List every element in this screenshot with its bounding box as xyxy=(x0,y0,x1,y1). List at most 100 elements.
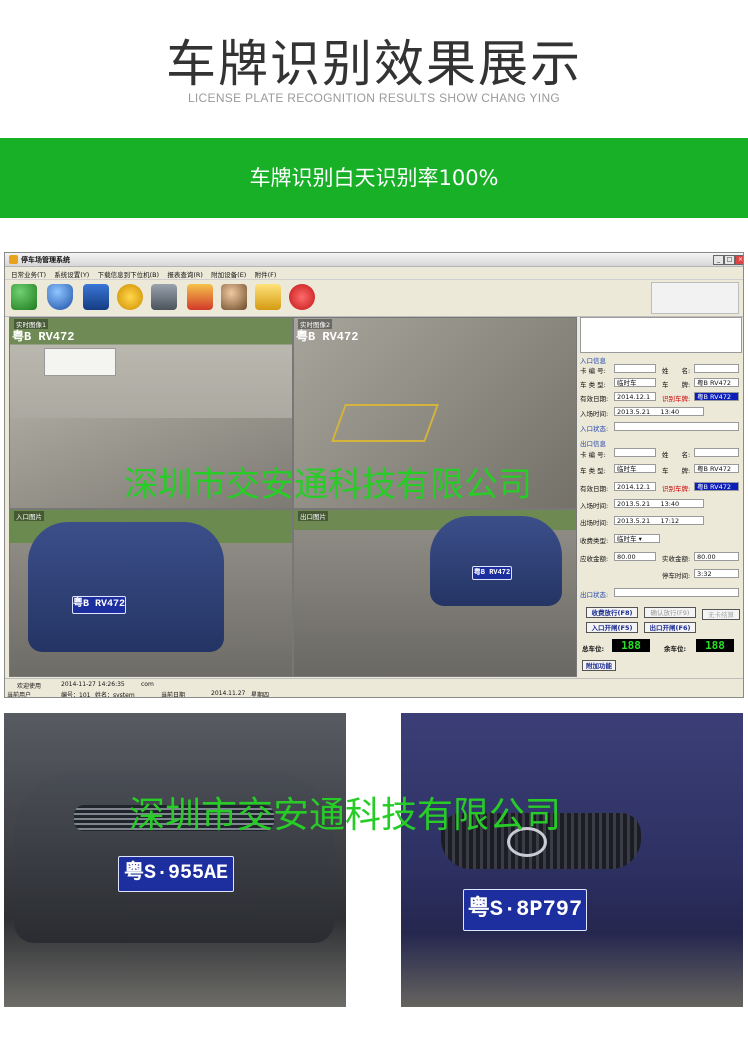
exit-out-clock: 17:12 xyxy=(660,517,680,525)
chevron-down-icon: ▾ xyxy=(638,535,642,543)
coins-icon[interactable] xyxy=(255,284,281,310)
entry-valid-value: 2014.12.1 xyxy=(614,392,656,401)
due-amount-label: 应收金额: xyxy=(580,555,609,563)
status-com: com xyxy=(141,681,154,688)
shield-icon[interactable] xyxy=(47,284,73,310)
entry-section-title: 入口信息 xyxy=(580,357,606,365)
entry-type-value: 临时车 xyxy=(614,378,656,387)
entry-time-label: 入场时间: xyxy=(580,410,609,418)
exit-type-value: 临时车 xyxy=(614,464,656,473)
exit-card-field xyxy=(614,448,656,457)
exit-open-button[interactable]: 出口开闸(F6) xyxy=(644,622,696,633)
parking-line xyxy=(331,404,439,442)
photo-car-left: 粤S·955AE xyxy=(4,713,346,1007)
paid-amount-label: 实收金额: xyxy=(662,555,691,563)
menu-settings[interactable]: 系统设置(Y) xyxy=(54,269,89,279)
no-card-settle-button[interactable]: 无卡结算 xyxy=(702,609,740,620)
entry-status-field xyxy=(614,422,739,431)
exit-in-time-label: 入场时间: xyxy=(580,502,609,510)
gear-icon[interactable] xyxy=(117,284,143,310)
company-watermark-2: 深圳市交安通科技有限公司 xyxy=(129,795,562,836)
exit-valid-label: 有效日期: xyxy=(580,485,609,493)
users-icon[interactable] xyxy=(11,284,37,310)
entry-open-button[interactable]: 入口开闸(F5) xyxy=(586,622,638,633)
monitor-icon[interactable] xyxy=(83,284,109,310)
status-bar: 欢迎使用 2014-11-27 14:26:35 com 当前用户 编号：101… xyxy=(5,678,743,698)
entry-car xyxy=(28,522,224,652)
status-user-id: 编号：101 xyxy=(61,692,91,698)
exit-card-label: 卡 编 号: xyxy=(580,451,606,459)
exit-recog-value: 粤B RV472 xyxy=(694,482,739,491)
exit-photo-label: 出口图片 xyxy=(298,511,328,521)
due-amount-value: 80.00 xyxy=(614,552,656,561)
car-icon[interactable] xyxy=(187,284,213,310)
banner-text: 车牌识别白天识别率100% xyxy=(249,166,499,190)
close-icon[interactable]: × xyxy=(735,255,743,265)
entry-recog-label: 识别车牌: xyxy=(662,395,691,403)
window-title: 停车场管理系统 xyxy=(21,256,70,264)
entry-time-field: 2013.5.21 13:40 xyxy=(614,407,704,416)
menu-download[interactable]: 下载信息到下位机(B) xyxy=(98,269,160,279)
status-date-value: 2014.11.27 xyxy=(211,690,246,697)
message-box xyxy=(580,317,742,353)
photo-car-right: 粤S·8P797 xyxy=(401,713,743,1007)
exit-car-plate: 粤B RV472 xyxy=(472,566,512,580)
status-date-label: 当前日期 xyxy=(161,692,186,698)
menu-bar: 日常业务(T) 系统设置(Y) 下载信息到下位机(B) 报表查询(R) 附加设备… xyxy=(5,267,743,280)
exit-plate-value: 粤B RV472 xyxy=(694,464,739,473)
status-datetime: 2014-11-27 14:26:35 xyxy=(61,681,125,688)
menu-devices[interactable]: 附加设备(E) xyxy=(211,269,246,279)
minimize-icon[interactable]: _ xyxy=(713,255,724,265)
page-subtitle: LICENSE PLATE RECOGNITION RESULTS SHOW C… xyxy=(187,91,561,105)
fee-type-select[interactable]: 临时车 ▾ xyxy=(614,534,660,543)
status-welcome: 欢迎使用 xyxy=(17,683,42,690)
entry-photo-label: 入口图片 xyxy=(14,511,44,521)
exit-name-field xyxy=(694,448,739,457)
power-icon[interactable] xyxy=(289,284,315,310)
exit-name-label: 姓 名: xyxy=(662,451,691,459)
entry-photo: 入口图片 粤B RV472 xyxy=(9,509,293,677)
total-spaces-counter: 188 xyxy=(612,639,650,652)
exit-status-field xyxy=(614,588,739,597)
status-user-label: 当前用户 xyxy=(7,692,32,698)
entry-name-field xyxy=(694,364,739,373)
toolbar xyxy=(5,280,743,317)
charge-release-button[interactable]: 收费放行(F8) xyxy=(586,607,638,618)
menu-daily[interactable]: 日常业务(T) xyxy=(11,269,46,279)
exit-out-time-label: 出场时间: xyxy=(580,519,609,527)
entry-type-label: 车 类 型: xyxy=(580,381,606,389)
total-spaces-label: 总车位: xyxy=(582,645,605,653)
exit-in-clock: 13:40 xyxy=(660,500,680,508)
exit-plate-label: 车 牌: xyxy=(662,467,691,475)
entry-time-date: 2013.5.21 xyxy=(617,408,651,416)
entry-card-label: 卡 编 号: xyxy=(580,367,606,375)
camera-2-plate-overlay: 粤B RV472 xyxy=(296,330,359,344)
left-car-plate: 粤S·955AE xyxy=(118,856,234,892)
status-user-name: 姓名：system xyxy=(95,692,135,698)
people-icon[interactable] xyxy=(221,284,247,310)
maximize-icon[interactable]: □ xyxy=(724,255,735,265)
paid-amount-field[interactable]: 80.00 xyxy=(694,552,739,561)
menu-reports[interactable]: 报表查询(R) xyxy=(167,269,203,279)
company-watermark: 深圳市交安通科技有限公司 xyxy=(124,465,532,505)
entry-time-clock: 13:40 xyxy=(660,408,680,416)
confirm-release-button[interactable]: 确认放行(F9) xyxy=(644,607,696,618)
exit-recog-label: 识别车牌: xyxy=(662,485,691,493)
roadside-sign xyxy=(44,348,116,376)
entry-valid-label: 有效日期: xyxy=(580,395,609,403)
remaining-spaces-counter: 188 xyxy=(696,639,734,652)
exit-section-title: 出口信息 xyxy=(580,440,606,448)
right-car-plate: 粤S·8P797 xyxy=(463,889,587,931)
fee-type-label: 收费类型: xyxy=(580,537,609,545)
entry-plate-label: 车 牌: xyxy=(662,381,691,389)
entry-plate-value: 粤B RV472 xyxy=(694,378,739,387)
info-panel: 入口信息 卡 编 号: 姓 名: 车 类 型: 临时车 车 牌: 粤B RV47… xyxy=(578,317,742,677)
toolbar-side-panel xyxy=(651,282,739,314)
stay-time-label: 停车时间: xyxy=(662,572,691,580)
database-icon[interactable] xyxy=(151,284,177,310)
entry-card-field xyxy=(614,364,656,373)
menu-attachments[interactable]: 附件(F) xyxy=(255,269,277,279)
exit-type-label: 车 类 型: xyxy=(580,467,606,475)
exit-photo: 出口图片 粤B RV472 xyxy=(293,509,577,677)
extra-functions-button[interactable]: 附加功能 xyxy=(582,660,616,671)
